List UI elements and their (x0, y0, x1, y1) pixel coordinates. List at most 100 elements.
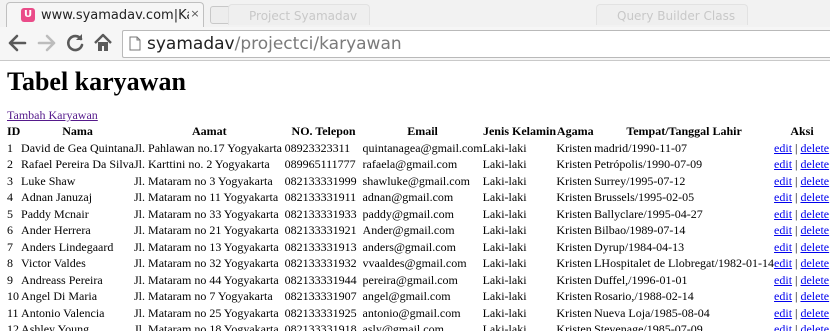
table-row: 5 Paddy Mcnair Jl. Mataram no 33 Yogyakart… (7, 206, 830, 223)
cell-email: Ander@gmail.com (362, 223, 455, 237)
cell-jenis-kelamin: Laki-laki (482, 173, 527, 188)
table-row: 4 Adnan Januzaj Jl. Mataram no 11 Yogyakar… (7, 189, 830, 206)
cell-email: asly@gmail.com (362, 322, 444, 331)
cell-email: pereira@gmail.com (362, 272, 458, 287)
table-row: 6 Ander Herrera Jl. Mataram no 21 Yogyakar… (7, 222, 830, 239)
col-header-agama: Agama (556, 124, 594, 138)
cell-nama: Paddy Mcnair (21, 206, 89, 221)
cell-nama: Antonio Valencia (21, 305, 105, 320)
cell-ttl: Dyrup/1984-04-13 (594, 239, 685, 254)
cell-agama: Kristen (556, 190, 592, 204)
delete-link[interactable]: delete (800, 174, 829, 188)
edit-link[interactable]: edit (774, 223, 792, 237)
tab-title: www.syamadav.com|Karyawan (41, 8, 189, 23)
edit-link[interactable]: edit (774, 240, 792, 254)
edit-link[interactable]: edit (774, 141, 792, 155)
cell-id: 7 (7, 239, 13, 254)
cell-jenis-kelamin: Laki-laki (482, 272, 527, 287)
reload-button[interactable] (64, 32, 86, 54)
delete-link[interactable]: delete (800, 256, 829, 270)
delete-link[interactable]: delete (800, 207, 829, 221)
delete-link[interactable]: delete (800, 190, 829, 204)
cell-alamat: Jl. Karttini no. 2 Yogyakarta (134, 157, 270, 171)
tab-background[interactable]: Query Builder Class (596, 4, 748, 25)
cell-email: vvaaldes@gmail.com (362, 256, 467, 270)
cell-email: paddy@gmail.com (362, 206, 454, 221)
cell-jenis-kelamin: Laki-laki (482, 140, 527, 155)
add-employee-link[interactable]: Tambah Karyawan (7, 108, 98, 122)
delete-link[interactable]: delete (800, 306, 829, 320)
cell-aksi: edit | delete (774, 321, 830, 331)
cell-telepon: 082133331913 (284, 239, 357, 254)
cell-ttl: Surrey/1995-07-12 (594, 173, 686, 188)
back-button[interactable] (6, 32, 28, 54)
cell-nama: Anders Lindegaard (21, 239, 114, 254)
forward-button[interactable] (36, 32, 58, 54)
edit-link[interactable]: edit (774, 306, 792, 320)
url-text: syamadav/projectci/karyawan (147, 34, 402, 54)
cell-nama: Ander Herrera (21, 223, 91, 237)
table-row: 10 Angel Di Maria Jl. Mataram no 7 Yogyaka… (7, 288, 830, 305)
cell-id: 1 (7, 140, 13, 155)
action-separator: | (795, 305, 798, 320)
address-bar[interactable]: syamadav/projectci/karyawan (122, 30, 830, 58)
cell-nama: Ashley Young (21, 322, 90, 331)
cell-ttl: madrid/1990-11-07 (594, 140, 687, 155)
cell-ttl: Ballyclare/1995-04-27 (594, 206, 703, 221)
page-icon (129, 36, 141, 51)
edit-link[interactable]: edit (774, 256, 792, 270)
cell-telepon: 082133331918 (284, 322, 357, 331)
cell-telepon: 082133331925 (284, 305, 357, 320)
delete-link[interactable]: delete (800, 141, 829, 155)
cell-ttl: Rosario,/1988-02-14 (594, 289, 694, 303)
cell-email: angel@gmail.com (362, 289, 451, 303)
home-icon (94, 33, 112, 51)
delete-link[interactable]: delete (800, 273, 829, 287)
cell-agama: Kristen (556, 223, 592, 237)
table-row: 12 Ashley Young Jl. Mataram no 18 Yogyakar… (7, 321, 830, 331)
cell-telepon: 082133331907 (284, 289, 357, 303)
action-separator: | (795, 206, 798, 221)
edit-link[interactable]: edit (774, 322, 792, 331)
cell-telepon: 089965111777 (284, 157, 356, 171)
cell-telepon: 08923323311 (284, 140, 351, 155)
action-separator: | (795, 190, 798, 204)
cell-telepon: 082133331999 (284, 173, 357, 188)
cell-ttl: Duffel,/1996-01-01 (594, 272, 688, 287)
edit-link[interactable]: edit (774, 207, 792, 221)
action-separator: | (795, 157, 798, 171)
cell-jenis-kelamin: Laki-laki (482, 190, 527, 204)
page-content: Tabel karyawan Tambah Karyawan ID Nama A… (0, 61, 830, 331)
delete-link[interactable]: delete (800, 289, 829, 303)
edit-link[interactable]: edit (774, 157, 792, 171)
delete-link[interactable]: delete (800, 240, 829, 254)
cell-alamat: Jl. Mataram no 3 Yogyakarta (134, 173, 273, 188)
cell-aksi: edit | delete (774, 305, 830, 322)
edit-link[interactable]: edit (774, 190, 792, 204)
cell-email: antonio@gmail.com (362, 305, 461, 320)
tab-active[interactable]: U www.syamadav.com|Karyawan × (6, 2, 204, 28)
cell-aksi: edit | delete (774, 222, 830, 239)
table-body: 1 David de Gea Quintana Jl. Pahlawan no.17… (7, 140, 830, 331)
home-button[interactable] (92, 32, 114, 54)
cell-id: 12 (7, 322, 19, 331)
col-header-telepon: NO. Telepon (291, 124, 356, 138)
edit-link[interactable]: edit (774, 174, 792, 188)
edit-link[interactable]: edit (774, 273, 792, 287)
delete-link[interactable]: delete (800, 322, 829, 331)
cell-aksi: edit | delete (774, 189, 830, 206)
col-header-email: Email (407, 124, 438, 138)
cell-jenis-kelamin: Laki-laki (482, 157, 527, 171)
col-header-ttl: Tempat/Tanggal Lahir (626, 124, 742, 138)
url-host: syamadav (147, 34, 235, 54)
tab-close-icon[interactable]: × (189, 7, 201, 21)
cell-nama: David de Gea Quintana (21, 140, 135, 155)
delete-link[interactable]: delete (800, 157, 829, 171)
cell-id: 11 (7, 305, 19, 320)
tab-background[interactable]: Project Syamadav (228, 4, 370, 25)
table-row: 11 Antonio Valencia Jl. Mataram no 25 Yogy… (7, 305, 830, 322)
cell-nama: Adnan Januzaj (21, 190, 93, 204)
edit-link[interactable]: edit (774, 289, 792, 303)
delete-link[interactable]: delete (800, 223, 829, 237)
cell-email: anders@gmail.com (362, 239, 456, 254)
